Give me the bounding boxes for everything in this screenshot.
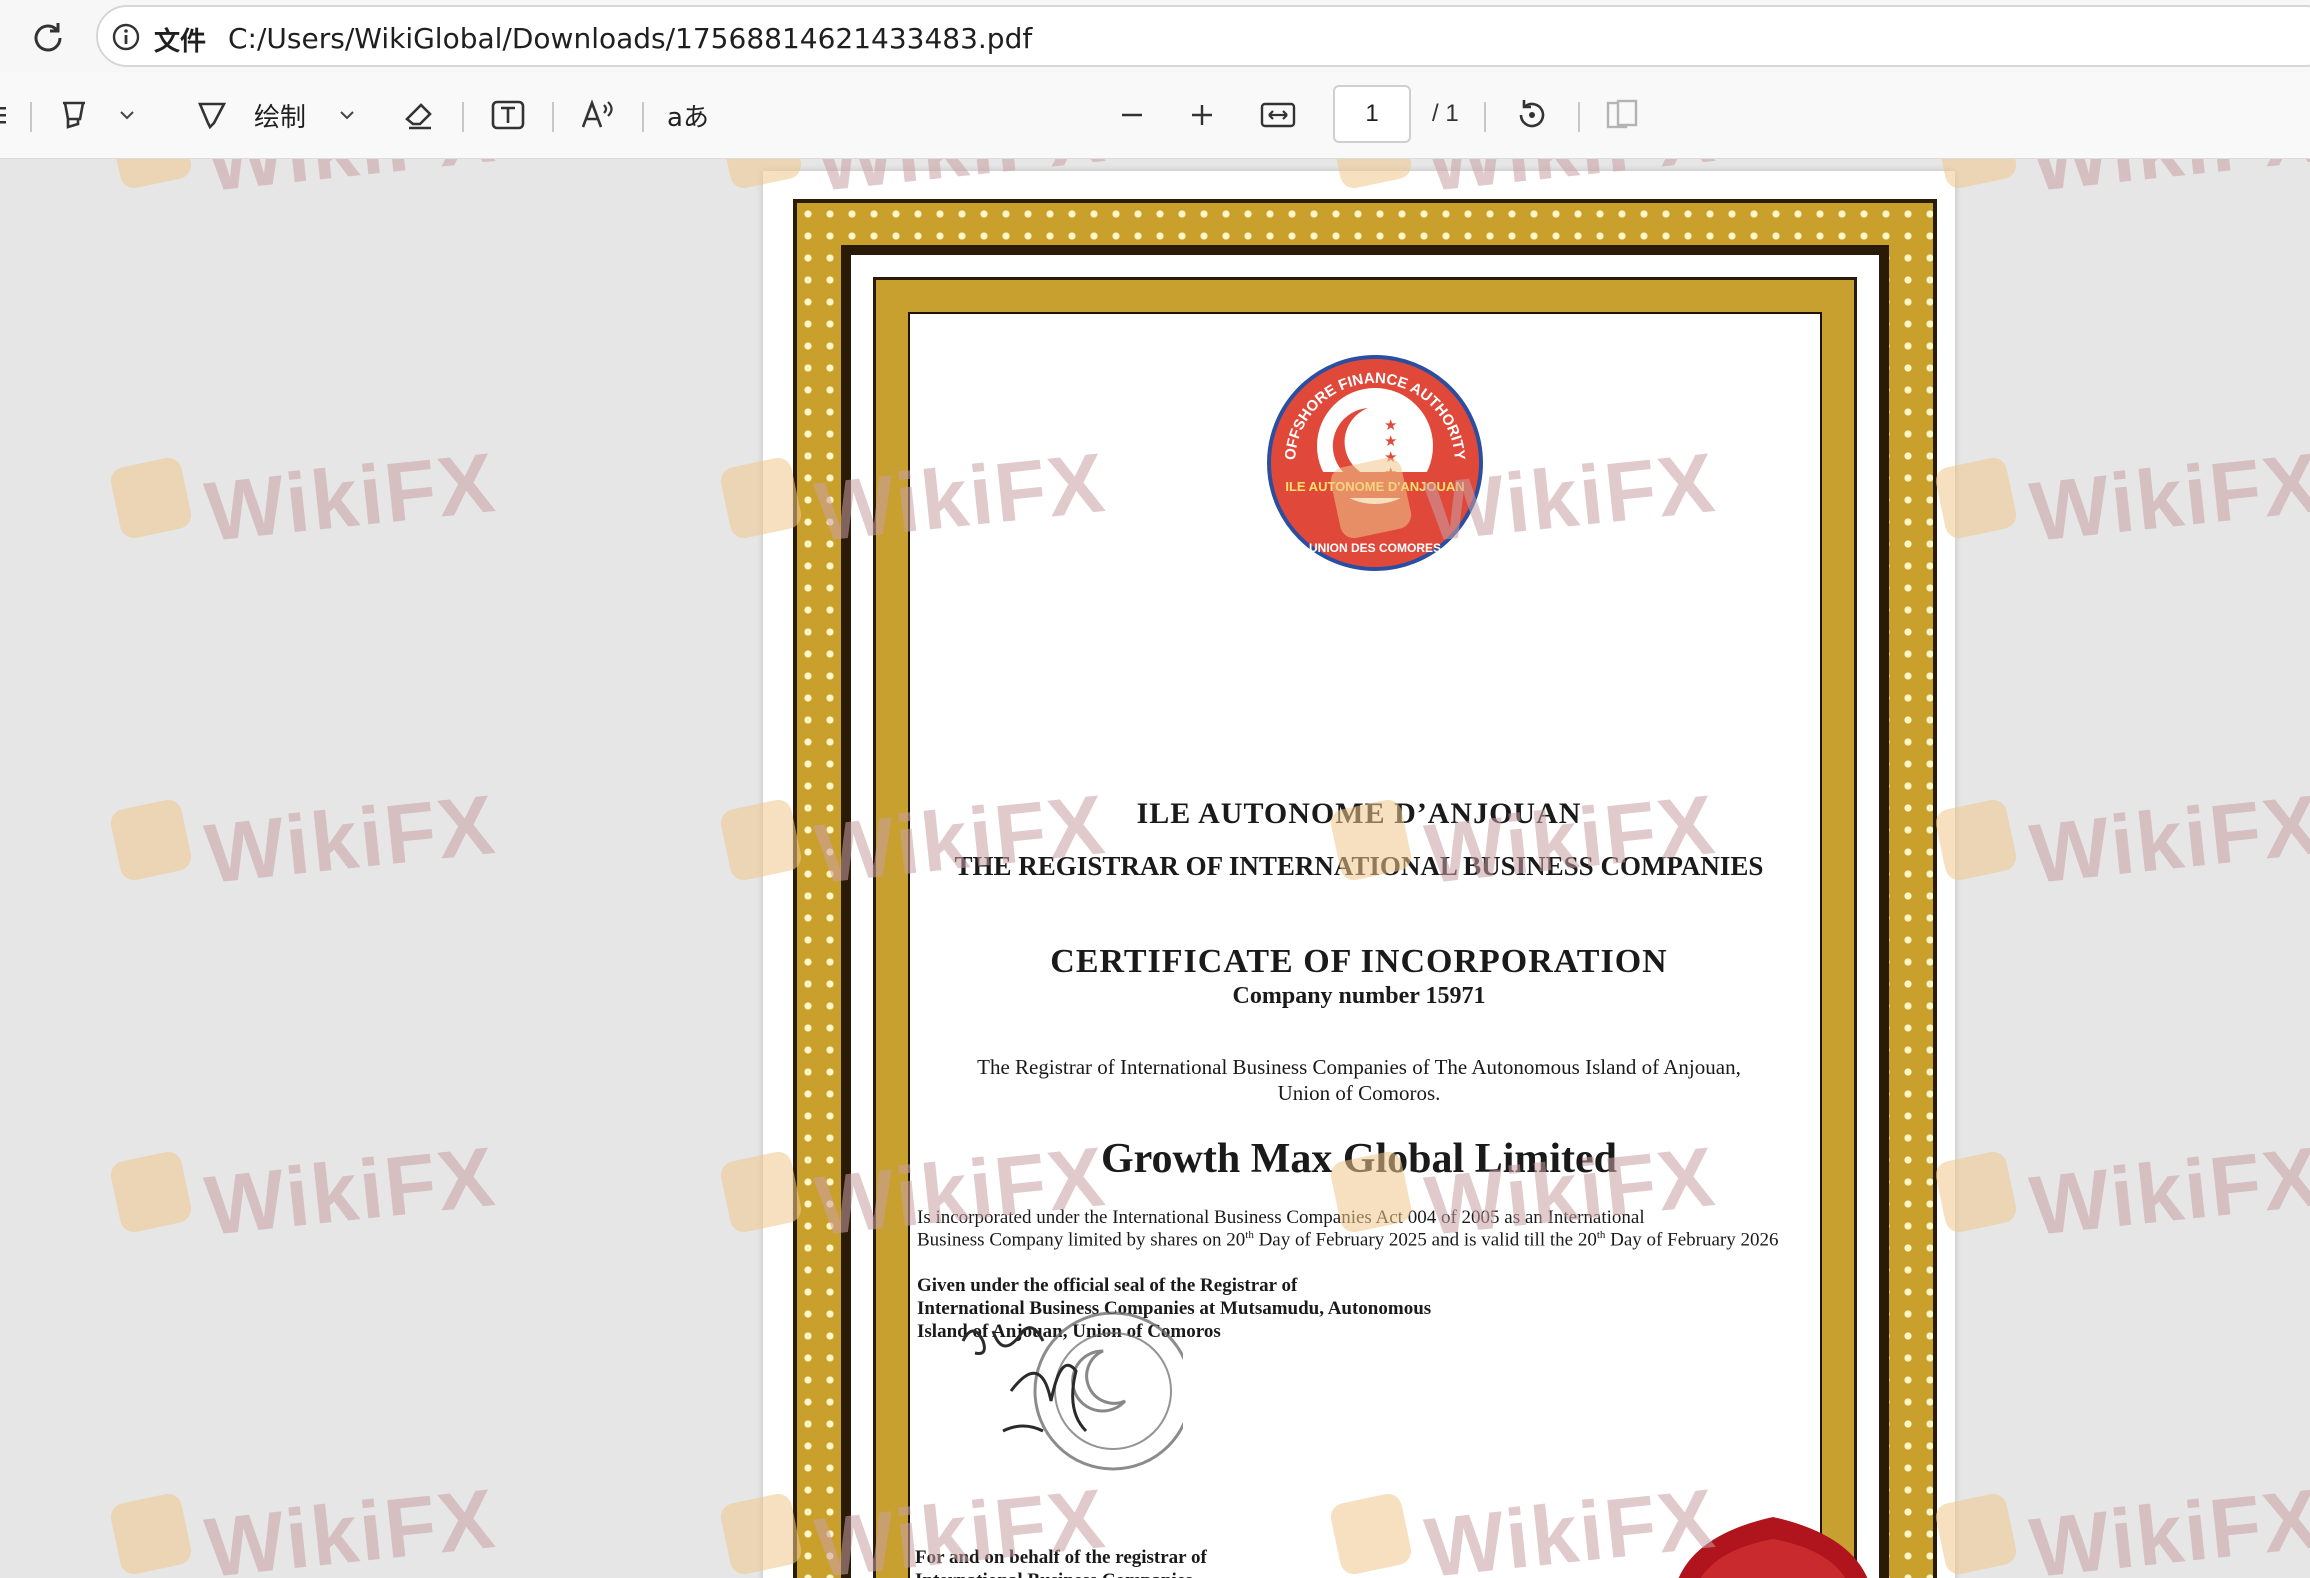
company-name: Growth Max Global Limited [1100,1136,1618,1182]
issuer-heading: ILE AUTONOME D’ANJOUAN [1136,797,1582,830]
document-viewer[interactable]: OFFSHORE FINANCE AUTHORITY ★ ★ ★ ★ ILE AUTO… [0,159,2310,1578]
watermark: WikiFX [1933,159,2310,209]
pdf-toolbar: 绘制 aあ 1 / 1 [0,72,2310,159]
url-text[interactable]: C:/Users/WikiGlobal/Downloads/1756881462… [228,22,1032,55]
divider [462,102,464,132]
watermark: WikiFX [1933,777,2310,901]
address-bar: 文件 C:/Users/WikiGlobal/Downloads/1756881… [0,0,2310,72]
certificate-title: CERTIFICATE OF INCORPORATION [1050,943,1668,980]
intro-line: Union of Comoros. [1277,1081,1441,1105]
pdf-page: OFFSHORE FINANCE AUTHORITY ★ ★ ★ ★ ILE AUTO… [763,171,1955,1578]
registrar-heading: THE REGISTRAR OF INTERNATIONAL BUSINESS … [954,851,1764,881]
reload-icon[interactable] [26,16,70,60]
fit-width-icon[interactable] [1254,90,1302,140]
body-line: Is incorporated under the International … [917,1207,1645,1228]
watermark: WikiFX [108,159,500,209]
rotate-icon[interactable] [1508,90,1556,140]
page-number-input[interactable]: 1 [1333,85,1411,143]
seal-bottom-text: UNION DES COMORES [1309,541,1441,555]
page-view-icon[interactable] [1598,90,1646,140]
authority-seal: OFFSHORE FINANCE AUTHORITY ★★★★ ILE AUTO… [1267,355,1483,571]
divider [1578,102,1580,132]
behalf-line: International Business Companies [915,1570,1193,1578]
eraser-icon[interactable] [396,90,440,140]
site-label: 文件 [154,27,207,57]
draw-label[interactable]: 绘制 [254,97,306,134]
draw-icon[interactable] [190,90,234,140]
body-line: Business Company limited by shares on 20… [917,1229,1779,1251]
chevron-down-icon[interactable] [112,90,142,140]
company-number: Company number 15971 [1232,983,1486,1009]
intro-line: The Registrar of International Business … [977,1055,1741,1079]
watermark: WikiFX [108,1471,500,1578]
info-icon[interactable] [112,23,140,51]
seal-band-text: ILE AUTONOME D'ANJOUAN [1285,479,1464,494]
zoom-out-icon[interactable] [1110,90,1154,140]
divider [552,102,554,132]
wax-seal [1678,1517,1868,1578]
text-box-icon[interactable] [486,90,530,140]
zoom-in-icon[interactable] [1180,90,1224,140]
watermark: WikiFX [1933,1129,2310,1253]
menu-icon[interactable] [0,90,10,140]
divider [1484,102,1486,132]
divider [642,102,644,132]
page-total: / 1 [1432,100,1459,127]
watermark: WikiFX [1933,435,2310,559]
signature-and-stamp [961,1311,1183,1471]
highlight-icon[interactable] [52,90,96,140]
read-aloud-icon[interactable] [576,90,620,140]
translate-button[interactable]: aあ [664,90,712,140]
watermark: WikiFX [108,435,500,559]
watermark: WikiFX [108,777,500,901]
divider [30,102,32,132]
watermark: WikiFX [108,1129,500,1253]
url-bar[interactable]: 文件 C:/Users/WikiGlobal/Downloads/1756881… [96,5,2310,67]
behalf-line: For and on behalf of the registrar of [915,1547,1207,1568]
watermark: WikiFX [1933,1471,2310,1578]
chevron-down-icon[interactable] [332,90,362,140]
